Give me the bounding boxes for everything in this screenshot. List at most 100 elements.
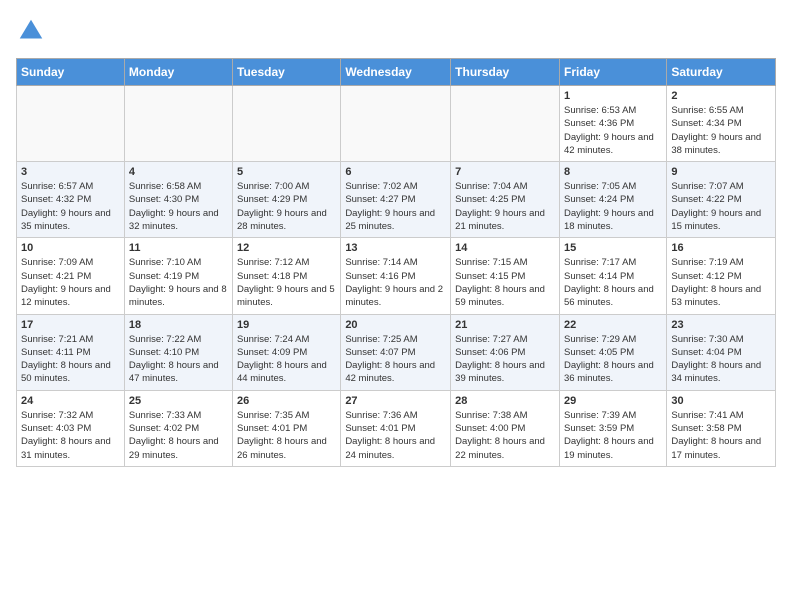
- calendar-cell: [233, 86, 341, 162]
- day-info: Sunrise: 7:33 AM Sunset: 4:02 PM Dayligh…: [129, 409, 228, 462]
- day-info: Sunrise: 7:07 AM Sunset: 4:22 PM Dayligh…: [671, 180, 771, 233]
- calendar-week-row: 3Sunrise: 6:57 AM Sunset: 4:32 PM Daylig…: [17, 162, 776, 238]
- day-number: 19: [237, 319, 336, 331]
- day-info: Sunrise: 6:53 AM Sunset: 4:36 PM Dayligh…: [564, 104, 662, 157]
- day-number: 11: [129, 242, 228, 254]
- weekday-header: Saturday: [667, 59, 776, 86]
- calendar-week-row: 24 Sunrise: 7:32 AM Sunset: 4:03 PM Dayli…: [17, 390, 776, 466]
- day-number: 27: [345, 395, 446, 407]
- calendar-cell: 16Sunrise: 7:19 AM Sunset: 4:12 PM Dayli…: [667, 238, 776, 314]
- calendar-week-row: 1 Sunrise: 6:53 AM Sunset: 4:36 PM Daylig…: [17, 86, 776, 162]
- day-number: 8: [564, 166, 662, 178]
- calendar-cell: 23 Sunrise: 7:30 AM Sunset: 4:04 PM Dayli…: [667, 314, 776, 390]
- day-info: Sunrise: 7:25 AM Sunset: 4:07 PM Dayligh…: [345, 333, 446, 386]
- day-info: Sunrise: 7:09 AM Sunset: 4:21 PM Dayligh…: [21, 256, 120, 309]
- day-number: 25: [129, 395, 228, 407]
- day-info: Sunrise: 7:32 AM Sunset: 4:03 PM Dayligh…: [21, 409, 120, 462]
- day-info: Sunrise: 7:29 AM Sunset: 4:05 PM Dayligh…: [564, 333, 662, 386]
- day-number: 10: [21, 242, 120, 254]
- day-info: Sunrise: 7:35 AM Sunset: 4:01 PM Dayligh…: [237, 409, 336, 462]
- day-number: 7: [455, 166, 555, 178]
- day-info: Sunrise: 7:30 AM Sunset: 4:04 PM Dayligh…: [671, 333, 771, 386]
- day-info: Sunrise: 7:41 AM Sunset: 3:58 PM Dayligh…: [671, 409, 771, 462]
- calendar-cell: 10 Sunrise: 7:09 AM Sunset: 4:21 PM Dayli…: [17, 238, 125, 314]
- calendar-cell: 25 Sunrise: 7:33 AM Sunset: 4:02 PM Dayli…: [124, 390, 232, 466]
- day-number: 13: [345, 242, 446, 254]
- day-number: 1: [564, 90, 662, 102]
- calendar-cell: 17 Sunrise: 7:21 AM Sunset: 4:11 PM Dayli…: [17, 314, 125, 390]
- day-number: 26: [237, 395, 336, 407]
- day-number: 30: [671, 395, 771, 407]
- calendar-cell: 14 Sunrise: 7:15 AM Sunset: 4:15 PM Dayli…: [451, 238, 560, 314]
- day-number: 6: [345, 166, 446, 178]
- day-info: Sunrise: 7:17 AM Sunset: 4:14 PM Dayligh…: [564, 256, 662, 309]
- day-number: 12: [237, 242, 336, 254]
- calendar-cell: 24 Sunrise: 7:32 AM Sunset: 4:03 PM Dayli…: [17, 390, 125, 466]
- day-info: Sunrise: 7:10 AM Sunset: 4:19 PM Dayligh…: [129, 256, 228, 309]
- calendar-cell: 4 Sunrise: 6:58 AM Sunset: 4:30 PM Daylig…: [124, 162, 232, 238]
- calendar-cell: [124, 86, 232, 162]
- day-info: Sunrise: 7:04 AM Sunset: 4:25 PM Dayligh…: [455, 180, 555, 233]
- weekday-header: Friday: [559, 59, 666, 86]
- day-info: Sunrise: 7:39 AM Sunset: 3:59 PM Dayligh…: [564, 409, 662, 462]
- weekday-header: Monday: [124, 59, 232, 86]
- calendar-cell: 13 Sunrise: 7:14 AM Sunset: 4:16 PM Dayli…: [341, 238, 451, 314]
- day-info: Sunrise: 7:22 AM Sunset: 4:10 PM Dayligh…: [129, 333, 228, 386]
- day-info: Sunrise: 7:00 AM Sunset: 4:29 PM Dayligh…: [237, 180, 336, 233]
- day-number: 29: [564, 395, 662, 407]
- day-info: Sunrise: 7:27 AM Sunset: 4:06 PM Dayligh…: [455, 333, 555, 386]
- day-number: 17: [21, 319, 120, 331]
- day-number: 20: [345, 319, 446, 331]
- day-info: Sunrise: 7:15 AM Sunset: 4:15 PM Dayligh…: [455, 256, 555, 309]
- day-number: 24: [21, 395, 120, 407]
- calendar-cell: 8Sunrise: 7:05 AM Sunset: 4:24 PM Daylig…: [559, 162, 666, 238]
- day-number: 21: [455, 319, 555, 331]
- day-info: Sunrise: 7:02 AM Sunset: 4:27 PM Dayligh…: [345, 180, 446, 233]
- calendar-cell: [451, 86, 560, 162]
- day-info: Sunrise: 7:14 AM Sunset: 4:16 PM Dayligh…: [345, 256, 446, 309]
- calendar-cell: 3Sunrise: 6:57 AM Sunset: 4:32 PM Daylig…: [17, 162, 125, 238]
- calendar-cell: 27 Sunrise: 7:36 AM Sunset: 4:01 PM Dayli…: [341, 390, 451, 466]
- weekday-header: Sunday: [17, 59, 125, 86]
- day-number: 28: [455, 395, 555, 407]
- calendar-cell: 15Sunrise: 7:17 AM Sunset: 4:14 PM Dayli…: [559, 238, 666, 314]
- calendar-cell: 26 Sunrise: 7:35 AM Sunset: 4:01 PM Dayli…: [233, 390, 341, 466]
- day-info: Sunrise: 7:12 AM Sunset: 4:18 PM Dayligh…: [237, 256, 336, 309]
- logo: [16, 16, 50, 46]
- day-info: Sunrise: 6:58 AM Sunset: 4:30 PM Dayligh…: [129, 180, 228, 233]
- calendar-cell: 2 Sunrise: 6:55 AM Sunset: 4:34 PM Daylig…: [667, 86, 776, 162]
- calendar-cell: 19 Sunrise: 7:24 AM Sunset: 4:09 PM Dayli…: [233, 314, 341, 390]
- day-number: 5: [237, 166, 336, 178]
- day-info: Sunrise: 6:55 AM Sunset: 4:34 PM Dayligh…: [671, 104, 771, 157]
- logo-icon: [16, 16, 46, 46]
- day-number: 9: [671, 166, 771, 178]
- day-number: 14: [455, 242, 555, 254]
- day-number: 3: [21, 166, 120, 178]
- day-info: Sunrise: 7:21 AM Sunset: 4:11 PM Dayligh…: [21, 333, 120, 386]
- calendar-cell: 7 Sunrise: 7:04 AM Sunset: 4:25 PM Daylig…: [451, 162, 560, 238]
- day-info: Sunrise: 7:24 AM Sunset: 4:09 PM Dayligh…: [237, 333, 336, 386]
- day-info: Sunrise: 7:38 AM Sunset: 4:00 PM Dayligh…: [455, 409, 555, 462]
- calendar-cell: 1 Sunrise: 6:53 AM Sunset: 4:36 PM Daylig…: [559, 86, 666, 162]
- day-number: 2: [671, 90, 771, 102]
- calendar-week-row: 17 Sunrise: 7:21 AM Sunset: 4:11 PM Dayli…: [17, 314, 776, 390]
- calendar-cell: 6 Sunrise: 7:02 AM Sunset: 4:27 PM Daylig…: [341, 162, 451, 238]
- calendar-cell: 28 Sunrise: 7:38 AM Sunset: 4:00 PM Dayli…: [451, 390, 560, 466]
- calendar-cell: 29 Sunrise: 7:39 AM Sunset: 3:59 PM Dayli…: [559, 390, 666, 466]
- day-number: 18: [129, 319, 228, 331]
- calendar-cell: 18 Sunrise: 7:22 AM Sunset: 4:10 PM Dayli…: [124, 314, 232, 390]
- day-number: 16: [671, 242, 771, 254]
- weekday-header: Tuesday: [233, 59, 341, 86]
- calendar-cell: 22Sunrise: 7:29 AM Sunset: 4:05 PM Dayli…: [559, 314, 666, 390]
- calendar-cell: 5 Sunrise: 7:00 AM Sunset: 4:29 PM Daylig…: [233, 162, 341, 238]
- calendar-header-row: SundayMondayTuesdayWednesdayThursdayFrid…: [17, 59, 776, 86]
- calendar-week-row: 10 Sunrise: 7:09 AM Sunset: 4:21 PM Dayli…: [17, 238, 776, 314]
- calendar-cell: [341, 86, 451, 162]
- day-info: Sunrise: 7:36 AM Sunset: 4:01 PM Dayligh…: [345, 409, 446, 462]
- header: [16, 16, 776, 46]
- weekday-header: Thursday: [451, 59, 560, 86]
- calendar-cell: 21 Sunrise: 7:27 AM Sunset: 4:06 PM Dayli…: [451, 314, 560, 390]
- day-number: 23: [671, 319, 771, 331]
- calendar-cell: 30 Sunrise: 7:41 AM Sunset: 3:58 PM Dayli…: [667, 390, 776, 466]
- day-number: 4: [129, 166, 228, 178]
